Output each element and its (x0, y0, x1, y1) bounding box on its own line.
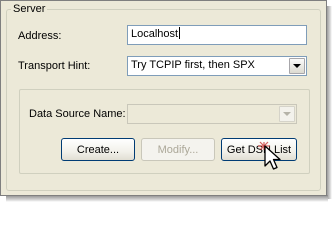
address-value: Localhost (131, 28, 179, 40)
chevron-down-icon (293, 64, 301, 68)
hand-pointer-icon (258, 141, 281, 170)
transport-hint-dropdown-button[interactable] (289, 58, 305, 74)
window-shadow-bottom (6, 195, 328, 202)
address-label: Address: (18, 30, 62, 42)
data-source-name-select[interactable] (127, 104, 297, 124)
transport-hint-value: Try TCPIP first, then SPX (131, 59, 255, 71)
server-group-title: Server (11, 2, 48, 16)
data-source-dropdown-button[interactable] (279, 106, 295, 122)
transport-hint-label: Transport Hint: (18, 60, 91, 72)
data-source-name-label: Data Source Name: (29, 108, 126, 120)
address-input[interactable]: Localhost (127, 25, 307, 45)
create-button[interactable]: Create... (61, 138, 135, 161)
modify-button[interactable]: Modify... (141, 138, 215, 161)
transport-hint-select[interactable]: Try TCPIP first, then SPX (127, 56, 307, 76)
chevron-down-icon (283, 112, 291, 116)
text-caret (179, 27, 181, 39)
